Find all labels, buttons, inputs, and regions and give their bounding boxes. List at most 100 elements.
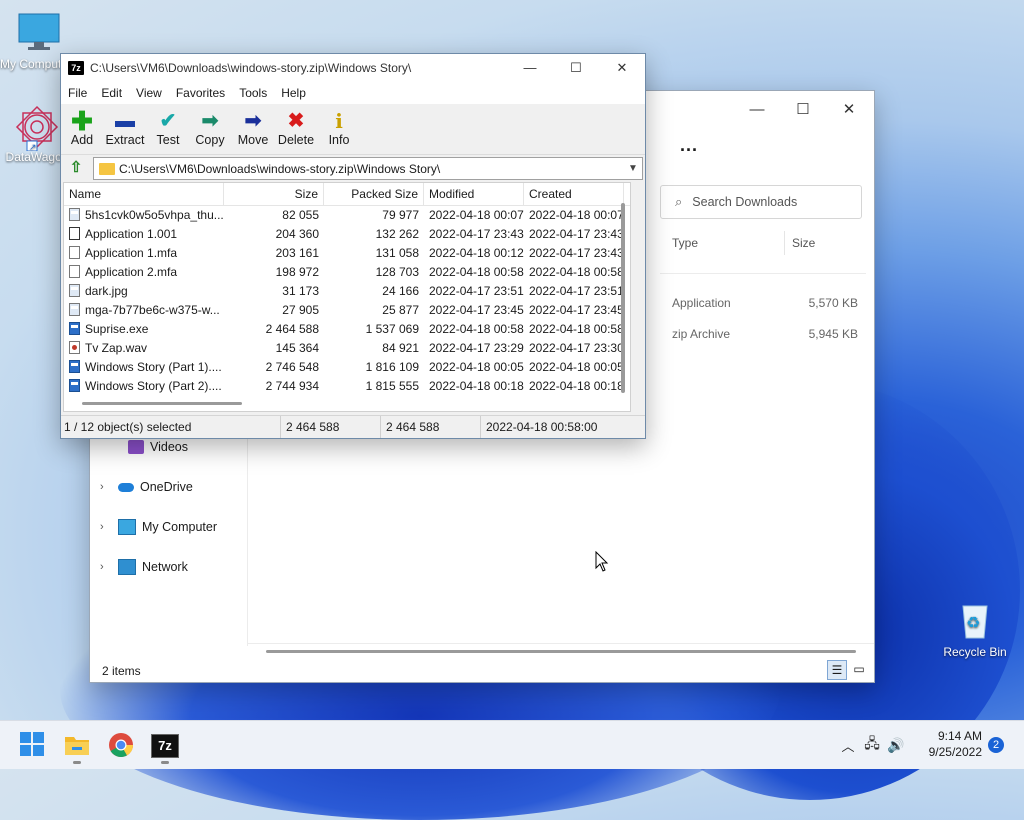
- more-options-button[interactable]: ...: [680, 135, 698, 156]
- status-bar: 1 / 12 object(s) selected 2 464 588 2 46…: [61, 415, 645, 438]
- column-header-size[interactable]: Size: [224, 183, 324, 205]
- status-packed-size: 2 464 588: [381, 416, 481, 438]
- nav-item-network[interactable]: › Network: [90, 555, 247, 579]
- test-button[interactable]: ✔ Test: [155, 109, 181, 147]
- image-file-icon: [69, 284, 80, 297]
- column-header-type[interactable]: Type: [672, 236, 698, 250]
- details-view-button[interactable]: ☰: [827, 660, 847, 680]
- column-header-size[interactable]: Size: [792, 236, 815, 250]
- chevron-up-icon[interactable]: ︿: [836, 736, 860, 755]
- clock[interactable]: 9:14 AM 9/25/2022: [912, 728, 982, 760]
- file-size: 31 173: [282, 283, 319, 298]
- file-packed-size: 79 977: [382, 207, 419, 222]
- chrome-icon[interactable]: [107, 731, 135, 759]
- search-box[interactable]: ⌕ Search Downloads: [660, 185, 862, 219]
- table-row[interactable]: Windows Story (Part 2).... 2 744 934 1 815…: [64, 376, 630, 395]
- file-modified: 2022-04-18 00:05: [429, 359, 524, 374]
- chevron-right-icon[interactable]: ›: [100, 561, 112, 573]
- 7zip-window: 7z C:\Users\VM6\Downloads\windows-story.…: [60, 53, 646, 439]
- search-placeholder: Search Downloads: [692, 195, 798, 209]
- maximize-button[interactable]: ☐: [553, 54, 599, 82]
- menu-edit[interactable]: Edit: [94, 82, 129, 104]
- taskbar: 7z ︿ 🖧 🔊 9:14 AM 9/25/2022 2: [0, 720, 1024, 769]
- column-header-name[interactable]: Name: [64, 183, 224, 205]
- delete-button[interactable]: ✖ Delete: [277, 109, 315, 147]
- executable-file-icon: [69, 360, 80, 373]
- horizontal-scrollbar[interactable]: [82, 402, 242, 405]
- minimize-button[interactable]: —: [507, 54, 553, 82]
- close-button[interactable]: ✕: [826, 97, 872, 123]
- title-bar[interactable]: 7z C:\Users\VM6\Downloads\windows-story.…: [61, 54, 645, 82]
- nav-item-label: Network: [142, 560, 188, 574]
- file-size: 82 055: [282, 207, 319, 222]
- nav-item-onedrive[interactable]: › OneDrive: [90, 475, 247, 499]
- executable-file-icon: [69, 379, 80, 392]
- chevron-down-icon[interactable]: ▼: [628, 163, 642, 174]
- menu-tools[interactable]: Tools: [232, 82, 274, 104]
- audio-file-icon: [69, 341, 80, 354]
- nav-item-label: My Computer: [142, 520, 218, 534]
- table-row[interactable]: Tv Zap.wav 145 364 84 921 2022-04-17 23:29 2…: [64, 338, 630, 357]
- table-row[interactable]: dark.jpg 31 173 24 166 2022-04-17 23:51 2022…: [64, 281, 630, 300]
- file-icon: [69, 246, 80, 259]
- file-size: 2 744 934: [265, 378, 319, 393]
- volume-icon[interactable]: 🔊: [884, 737, 908, 754]
- file-type: zip Archive: [672, 327, 731, 341]
- menu-favorites[interactable]: Favorites: [169, 82, 232, 104]
- maximize-button[interactable]: ☐: [780, 97, 826, 123]
- tiles-view-button[interactable]: ▭: [850, 660, 868, 678]
- 7zip-icon[interactable]: 7z: [151, 731, 179, 764]
- active-indicator: [73, 761, 81, 764]
- column-header-modified[interactable]: Modified: [424, 183, 524, 205]
- table-row[interactable]: 5hs1cvk0w5o5vhpa_thu... 82 055 79 977 2022-…: [64, 205, 630, 224]
- file-size: 2 464 588: [265, 321, 319, 336]
- file-explorer-icon[interactable]: [63, 731, 91, 764]
- move-button[interactable]: ➡ Move: [237, 109, 269, 147]
- file-size: 204 360: [275, 226, 319, 241]
- toolbar: ✚ Add ▬ Extract ✔ Test ➡ Copy ➡ Move ✖ D…: [61, 105, 645, 155]
- horizontal-scrollbar[interactable]: [266, 650, 856, 653]
- up-folder-icon[interactable]: ⇧: [67, 159, 85, 177]
- info-button[interactable]: i Info: [327, 109, 351, 147]
- 7zip-logo: 7z: [151, 734, 179, 758]
- table-row[interactable]: mga-7b77be6c-w375-w... 27 905 25 877 2022-0…: [64, 300, 630, 319]
- start-icon[interactable]: [19, 731, 47, 759]
- file-name: Windows Story (Part 2)....: [64, 379, 224, 393]
- close-button[interactable]: ✕: [599, 54, 645, 82]
- chevron-right-icon[interactable]: ›: [100, 521, 112, 533]
- file-modified: 2022-04-18 00:07: [429, 207, 524, 222]
- minimize-button[interactable]: —: [734, 97, 780, 123]
- table-row[interactable]: Application 1.mfa 203 161 131 058 2022-04-1…: [64, 243, 630, 262]
- desktop-icon-recycle-bin[interactable]: ♻ Recycle Bin: [938, 600, 1012, 659]
- column-header-created[interactable]: Created: [524, 183, 624, 205]
- table-row[interactable]: Application 1.001 204 360 132 262 2022-04-1…: [64, 224, 630, 243]
- extract-button[interactable]: ▬ Extract: [105, 109, 145, 147]
- add-button[interactable]: ✚ Add: [69, 106, 95, 147]
- file-list: Name Size Packed Size Modified Created 5…: [63, 182, 631, 412]
- address-field[interactable]: C:\Users\VM6\Downloads\windows-story.zip…: [93, 157, 643, 180]
- file-size: 27 905: [282, 302, 319, 317]
- file-row[interactable]: Application 5,570 KB: [672, 296, 862, 312]
- table-row[interactable]: Suprise.exe 2 464 588 1 537 069 2022-04-18 …: [64, 319, 630, 338]
- table-row[interactable]: Windows Story (Part 1).... 2 746 548 1 816…: [64, 357, 630, 376]
- menu-file[interactable]: File: [61, 82, 94, 104]
- desktop-icon-label: Recycle Bin: [943, 645, 1007, 659]
- vertical-scrollbar[interactable]: [621, 203, 625, 393]
- network-icon[interactable]: 🖧: [860, 733, 884, 757]
- file-packed-size: 24 166: [382, 283, 419, 298]
- file-created: 2022-04-17 23:43: [529, 245, 624, 260]
- menu-help[interactable]: Help: [274, 82, 313, 104]
- add-icon: ✚: [71, 106, 93, 136]
- nav-item-my-computer[interactable]: › My Computer: [90, 515, 247, 539]
- toolbar-label: Copy: [195, 133, 225, 147]
- menu-view[interactable]: View: [129, 82, 169, 104]
- copy-button[interactable]: ➡ Copy: [195, 109, 225, 147]
- chevron-right-icon[interactable]: ›: [100, 481, 112, 493]
- table-row[interactable]: Application 2.mfa 198 972 128 703 2022-04-1…: [64, 262, 630, 281]
- file-row[interactable]: zip Archive 5,945 KB: [672, 327, 862, 343]
- column-header-packed-size[interactable]: Packed Size: [324, 183, 424, 205]
- file-name-text: Windows Story (Part 2)....: [85, 378, 222, 393]
- window-title: C:\Users\VM6\Downloads\windows-story.zip…: [90, 61, 412, 75]
- notification-badge[interactable]: 2: [988, 737, 1004, 753]
- column-divider: [784, 231, 785, 255]
